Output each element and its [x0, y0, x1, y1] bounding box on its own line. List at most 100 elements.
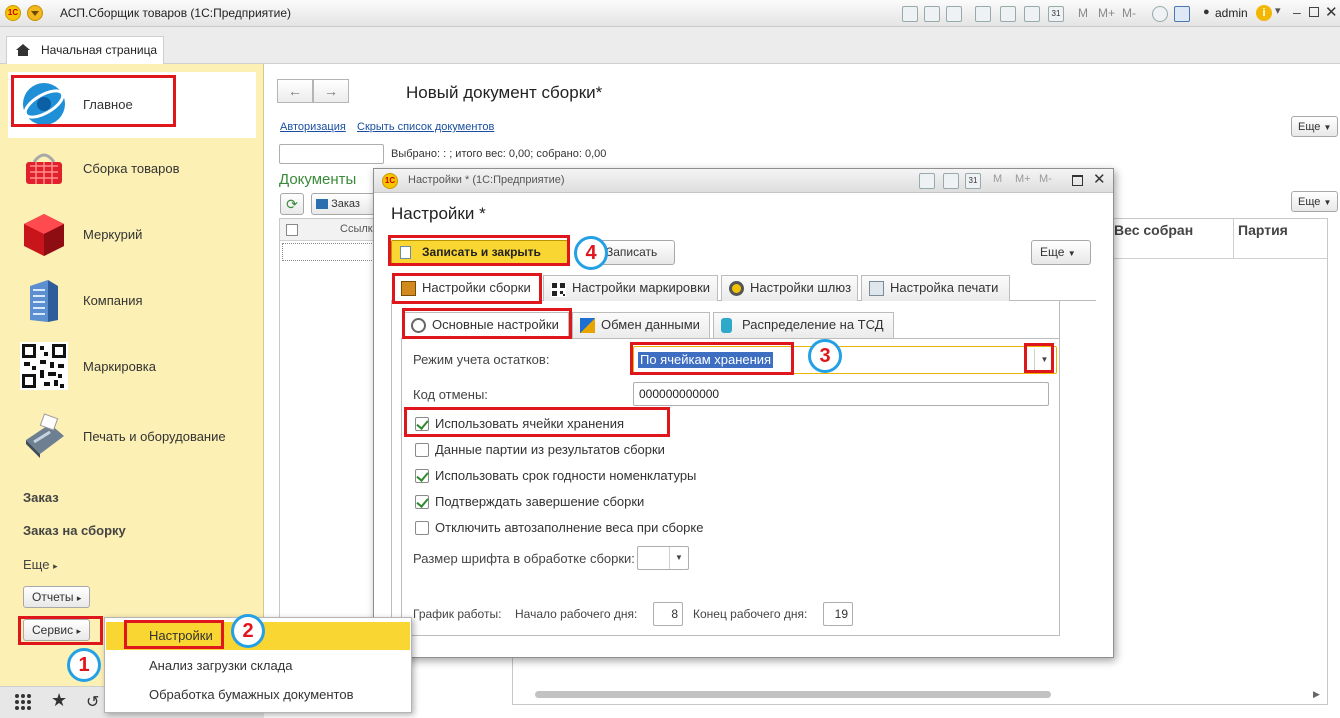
- memory-m-button[interactable]: M: [993, 173, 1002, 185]
- start-day-field[interactable]: 8: [653, 602, 683, 626]
- all-functions-icon[interactable]: [14, 693, 32, 711]
- table-icon[interactable]: [943, 173, 959, 189]
- batch-from-results-checkbox[interactable]: [415, 443, 429, 457]
- dialog-heading: Настройки *: [391, 204, 486, 223]
- zoom-in-icon[interactable]: [1152, 6, 1168, 22]
- tab-home-page[interactable]: Начальная страница: [6, 36, 164, 64]
- order-button[interactable]: Заказ: [311, 193, 377, 215]
- tab-print-settings[interactable]: Настройка печати: [861, 275, 1010, 301]
- close-icon[interactable]: ✕: [1093, 170, 1106, 188]
- print-icon[interactable]: [924, 6, 940, 22]
- link-icon[interactable]: [1000, 6, 1016, 22]
- horizontal-scrollbar[interactable]: [535, 691, 1051, 698]
- memory-minus-button[interactable]: M-: [1039, 173, 1052, 185]
- section-company[interactable]: Компания: [8, 268, 256, 334]
- more-link[interactable]: Еще ▸: [23, 557, 58, 572]
- tab-marking-settings[interactable]: Настройки маркировки: [543, 275, 718, 301]
- reports-button[interactable]: Отчеты ▸: [23, 586, 91, 608]
- forward-button[interactable]: →: [313, 79, 349, 103]
- more-button[interactable]: Еще ▼: [1291, 116, 1339, 137]
- close-icon[interactable]: ✕: [1325, 3, 1338, 21]
- info-dropdown-icon[interactable]: ▾: [1275, 4, 1281, 17]
- confirm-completion-label[interactable]: Подтверждать завершение сборки: [435, 494, 644, 509]
- hide-documents-link[interactable]: Скрыть список документов: [357, 121, 494, 133]
- confirm-completion-checkbox[interactable]: [415, 495, 429, 509]
- calendar-icon[interactable]: 31: [1048, 6, 1064, 22]
- save-icon[interactable]: [902, 6, 918, 22]
- table-icon[interactable]: [1024, 6, 1040, 22]
- scroll-right-icon[interactable]: ▶: [1313, 689, 1320, 700]
- section-mercury[interactable]: Меркурий: [8, 202, 256, 268]
- refresh-button[interactable]: ⟳: [280, 193, 304, 215]
- end-day-field[interactable]: 19: [823, 602, 853, 626]
- info-icon[interactable]: i: [1256, 5, 1272, 21]
- maximize-icon[interactable]: [1072, 175, 1083, 186]
- save-and-close-button[interactable]: Записать и закрыть: [391, 240, 568, 264]
- link-icon[interactable]: [919, 173, 935, 189]
- disable-weight-autofill-label[interactable]: Отключить автозаполнение веса при сборке: [435, 520, 703, 535]
- history-icon[interactable]: ↺: [86, 692, 99, 712]
- title-bar: 1С АСП.Сборщик товаров (1С:Предприятие) …: [0, 0, 1340, 27]
- tab-assembly-settings[interactable]: Настройки сборки: [393, 275, 540, 301]
- favorites-star-icon[interactable]: ★: [51, 690, 67, 711]
- memory-plus-button[interactable]: M+: [1015, 173, 1031, 185]
- step-marker-2: 2: [231, 614, 265, 648]
- user-icon[interactable]: ●: [1203, 6, 1210, 18]
- qr-code-icon: [20, 342, 68, 390]
- batch-from-results-label[interactable]: Данные партии из результатов сборки: [435, 442, 665, 457]
- nav-link-order[interactable]: Заказ: [23, 490, 59, 505]
- barcode-input[interactable]: [279, 144, 384, 164]
- preview-icon[interactable]: [946, 6, 962, 22]
- dialog-more-button[interactable]: Еще ▼: [1031, 240, 1091, 265]
- maximize-icon[interactable]: [1309, 7, 1319, 17]
- disable-weight-autofill-checkbox[interactable]: [415, 521, 429, 535]
- service-button[interactable]: Сервис ▸: [23, 619, 90, 641]
- dropdown-arrow-icon[interactable]: ▼: [1034, 349, 1054, 371]
- tab-label: Настройки сборки: [422, 280, 531, 295]
- authorization-link[interactable]: Авторизация: [280, 121, 346, 133]
- use-storage-cells-label[interactable]: Использовать ячейки хранения: [435, 416, 624, 431]
- user-name[interactable]: admin: [1215, 6, 1248, 20]
- section-company-label: Компания: [83, 293, 143, 308]
- section-main[interactable]: Главное: [8, 72, 256, 138]
- back-button[interactable]: ←: [277, 79, 313, 103]
- memory-plus-button[interactable]: M+: [1098, 6, 1115, 20]
- column-batch: Партия: [1238, 222, 1288, 238]
- select-all-checkbox[interactable]: [286, 224, 298, 236]
- menu-item-paper-documents[interactable]: Обработка бумажных документов: [106, 681, 410, 709]
- menu-item-warehouse-load[interactable]: Анализ загрузки склада: [106, 652, 410, 680]
- cancel-code-field[interactable]: 000000000000: [633, 382, 1049, 406]
- dropdown-arrow-icon[interactable]: ▼: [669, 547, 688, 569]
- panels-icon[interactable]: [1174, 6, 1190, 22]
- attach-icon[interactable]: [975, 6, 991, 22]
- section-mercury-label: Меркурий: [83, 227, 143, 242]
- section-print-equipment[interactable]: Печать и оборудование: [8, 404, 256, 470]
- more-label: Еще: [23, 557, 50, 572]
- column-weight-collected: Вес собран: [1114, 222, 1194, 238]
- nav-link-assembly-order[interactable]: Заказ на сборку: [23, 523, 126, 538]
- more-button-list[interactable]: Еще ▼: [1291, 191, 1339, 212]
- section-marking[interactable]: Маркировка: [8, 334, 256, 400]
- use-expiry-checkbox[interactable]: [415, 469, 429, 483]
- section-goods-assembly[interactable]: Сборка товаров: [8, 136, 256, 202]
- settings-icon: [401, 281, 416, 296]
- main-section-icon: [20, 80, 68, 128]
- page-title: Новый документ сборки*: [406, 83, 603, 102]
- minimize-icon[interactable]: –: [1293, 4, 1301, 20]
- tab-gateway-settings[interactable]: Настройки шлюз: [721, 275, 858, 301]
- calendar-icon[interactable]: 31: [965, 173, 981, 189]
- stock-mode-select[interactable]: По ячейкам хранения ▼: [633, 346, 1057, 374]
- dialog-window-title: Настройки * (1С:Предприятие): [408, 174, 565, 186]
- cancel-code-label: Код отмены:: [413, 387, 488, 402]
- subtab-data-exchange[interactable]: Обмен данными: [572, 312, 710, 338]
- font-size-select[interactable]: ▼: [637, 546, 689, 570]
- subtab-tsd-distribution[interactable]: Распределение на ТСД: [713, 312, 894, 338]
- use-expiry-label[interactable]: Использовать срок годности номенклатуры: [435, 468, 696, 483]
- memory-minus-button[interactable]: M-: [1122, 6, 1136, 20]
- subtab-general-settings[interactable]: Основные настройки: [403, 312, 569, 338]
- app-logo-icon: 1С: [382, 173, 398, 189]
- main-menu-button[interactable]: [27, 5, 43, 21]
- memory-m-button[interactable]: M: [1078, 6, 1088, 20]
- use-storage-cells-checkbox[interactable]: [415, 417, 429, 431]
- tab-label: Настройки шлюз: [750, 280, 852, 295]
